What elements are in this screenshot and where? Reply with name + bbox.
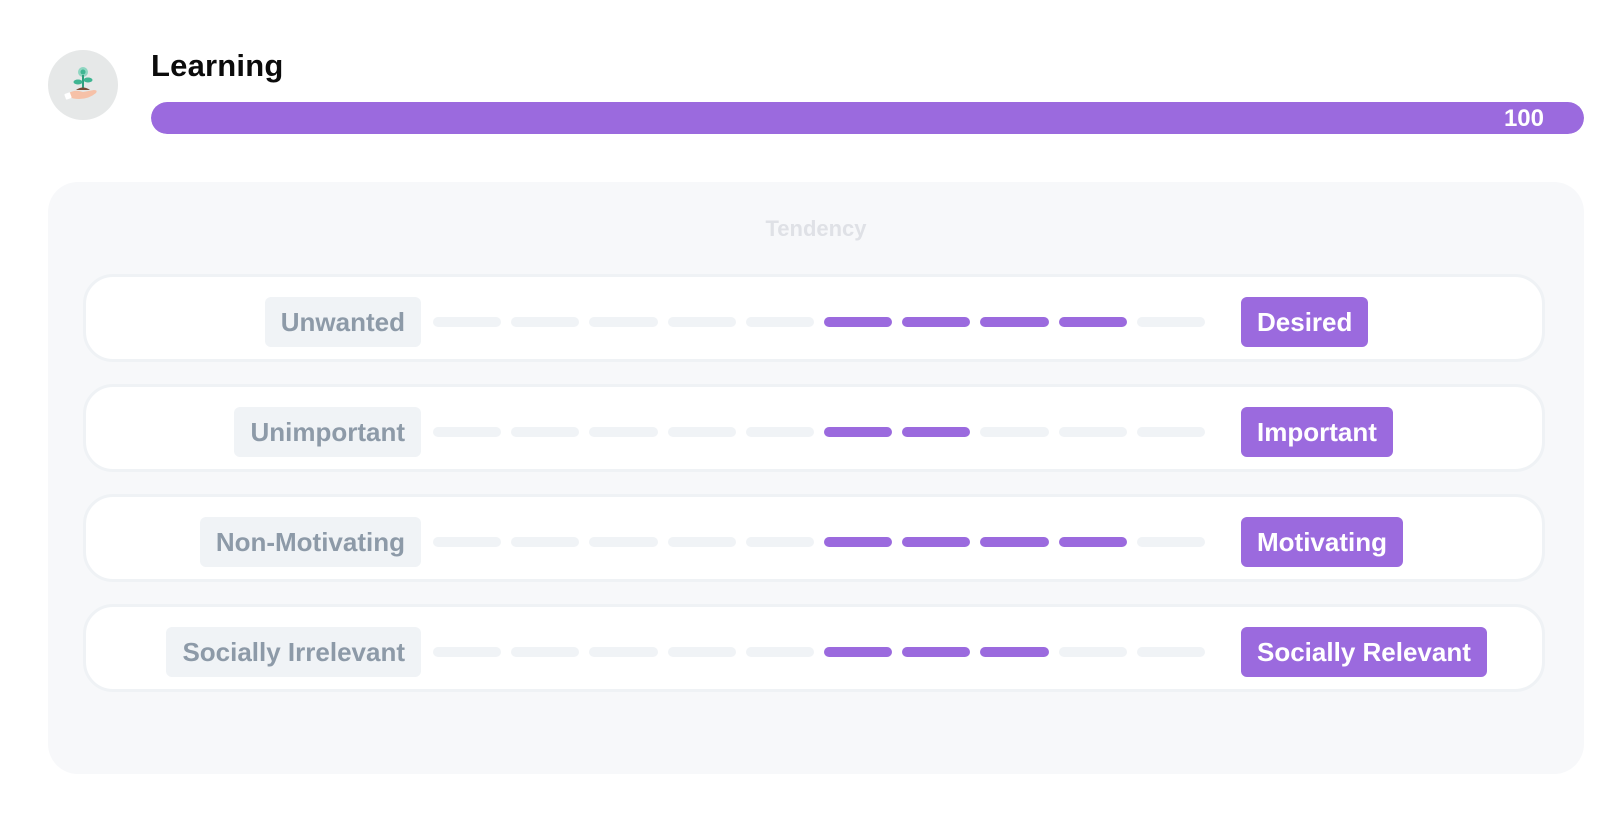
scale-segment-filled (824, 427, 893, 437)
progress-fill: 100 (151, 102, 1584, 134)
scale-segment-empty (589, 537, 658, 547)
scale-segment-filled (980, 647, 1049, 657)
scale-segment-empty (433, 537, 502, 547)
progress-value: 100 (1503, 105, 1544, 132)
scale-segment-empty (745, 427, 815, 437)
scale-segment-empty (433, 317, 502, 327)
scale-segment-empty (433, 647, 502, 657)
scale-segment-filled (980, 537, 1049, 547)
scale-segments (433, 317, 1206, 327)
scale-segment-empty (1136, 647, 1206, 657)
scale-segment-empty (1058, 427, 1127, 437)
left-label: Unwanted (264, 297, 421, 347)
scale-segment-empty (511, 647, 580, 657)
scale-segment-empty (511, 317, 580, 327)
scale-segment-empty (589, 317, 658, 327)
scale-segment-empty (745, 647, 815, 657)
right-label: Socially Relevant (1241, 627, 1487, 677)
right-label: Important (1241, 407, 1393, 457)
scale-segment-empty (433, 427, 502, 437)
header: Learning 100 (48, 48, 1584, 138)
scale-segment-empty (589, 647, 658, 657)
tendency-row: Unimportant Important (83, 384, 1545, 472)
scale-segment-empty (1136, 537, 1206, 547)
tendency-panel: Tendency Unwanted Desired Unimportant Im… (48, 182, 1584, 774)
scale-segment-empty (745, 317, 815, 327)
scale-segment-filled (824, 537, 893, 547)
scale-segment-filled (1058, 317, 1127, 327)
scale-segment-filled (980, 317, 1049, 327)
left-label: Socially Irrelevant (166, 627, 421, 677)
scale-segment-empty (589, 427, 658, 437)
scale-segments (433, 647, 1206, 657)
scale-segment-empty (667, 317, 736, 327)
tendency-row: Socially Irrelevant Socially Relevant (83, 604, 1545, 692)
scale-segment-filled (902, 427, 971, 437)
tendency-row: Unwanted Desired (83, 274, 1545, 362)
scale-segment-empty (511, 537, 580, 547)
panel-title: Tendency (765, 216, 867, 241)
scale-segment-empty (1058, 647, 1127, 657)
scale-segment-empty (511, 427, 580, 437)
scale-segments (433, 427, 1206, 437)
right-label: Motivating (1241, 517, 1403, 567)
scale-segment-empty (667, 537, 736, 547)
progress-bar: 100 (151, 102, 1584, 134)
hand-holding-plant-icon (64, 67, 97, 100)
tendency-row: Non-Motivating Motivating (83, 494, 1545, 582)
scale-segment-filled (824, 317, 893, 327)
scale-segment-filled (902, 647, 971, 657)
scale-segment-filled (824, 647, 893, 657)
scale-segment-filled (902, 317, 971, 327)
scale-segment-empty (980, 427, 1049, 437)
scale-segments (433, 537, 1206, 547)
scale-segment-filled (1058, 537, 1127, 547)
scale-segment-filled (902, 537, 971, 547)
scale-segment-empty (745, 537, 815, 547)
scale-segment-empty (1136, 317, 1206, 327)
scale-segment-empty (667, 647, 736, 657)
scale-segment-empty (1136, 427, 1206, 437)
page-title: Learning (151, 48, 284, 83)
left-label: Unimportant (234, 407, 421, 457)
scale-segment-empty (667, 427, 736, 437)
avatar (48, 50, 118, 120)
left-label: Non-Motivating (199, 517, 421, 567)
right-label: Desired (1241, 297, 1369, 347)
